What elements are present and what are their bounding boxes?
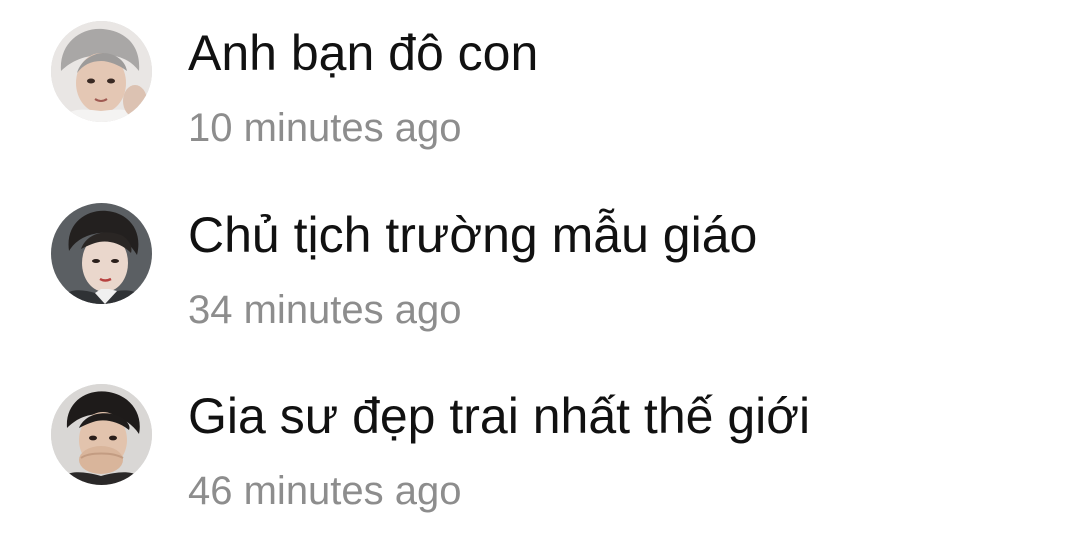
profile-photo-icon [51, 21, 152, 122]
list-item[interactable]: Chủ tịch trường mẫu giáo 34 minutes ago [0, 197, 1078, 347]
avatar[interactable] [51, 384, 152, 485]
profile-photo-icon [51, 203, 152, 304]
comment-author-name[interactable]: Anh bạn đô con [188, 21, 538, 85]
avatar[interactable] [51, 21, 152, 122]
profile-photo-icon [51, 384, 152, 485]
comment-timestamp: 10 minutes ago [188, 106, 462, 150]
comment-list: Anh bạn đô con 10 minutes ago Chủ tịch t… [0, 0, 1078, 546]
comment-author-name[interactable]: Chủ tịch trường mẫu giáo [188, 203, 757, 267]
list-item[interactable]: Anh bạn đô con 10 minutes ago [0, 15, 1078, 165]
comment-author-name[interactable]: Gia sư đẹp trai nhất thế giới [188, 384, 810, 448]
list-item[interactable]: Gia sư đẹp trai nhất thế giới 46 minutes… [0, 378, 1078, 528]
comment-timestamp: 46 minutes ago [188, 469, 462, 513]
comment-timestamp: 34 minutes ago [188, 288, 462, 332]
avatar[interactable] [51, 203, 152, 304]
